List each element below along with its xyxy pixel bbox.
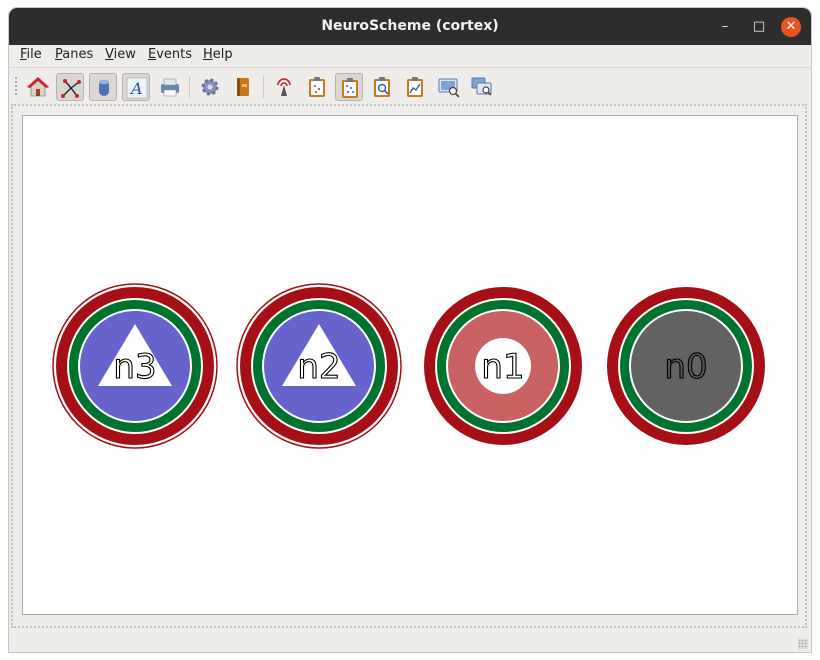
text-font-icon: A <box>126 77 148 99</box>
minimize-icon: – <box>721 19 729 34</box>
printer-icon <box>161 78 179 97</box>
toolbar-separator <box>189 76 190 98</box>
close-icon: ✕ <box>785 19 797 34</box>
minimize-button[interactable]: – <box>715 17 735 37</box>
menu-help[interactable]: Help <box>203 47 233 62</box>
toolbar-grip[interactable] <box>14 76 18 96</box>
scene-canvas[interactable]: n3 n2 n1 n0 <box>22 115 798 615</box>
menu-file[interactable]: File <box>20 47 42 62</box>
menu-events[interactable]: Events <box>148 47 192 62</box>
maximize-icon: □ <box>752 19 766 34</box>
broadcast-icon <box>277 78 291 96</box>
app-window: NeuroScheme (cortex) – □ ✕ File Panes Vi… <box>9 8 811 652</box>
selection-tool-button[interactable] <box>56 73 84 101</box>
clipboard-chart-button[interactable] <box>401 73 429 101</box>
text-tool-button[interactable]: A <box>122 73 150 101</box>
toolbar-separator <box>263 76 264 98</box>
clipboard-dots-icon <box>342 78 358 98</box>
home-button[interactable] <box>24 73 52 101</box>
window-title: NeuroScheme (cortex) <box>321 18 499 34</box>
screen-compare-icon <box>471 77 492 96</box>
clipboard-icon <box>309 77 325 97</box>
title-bar[interactable]: NeuroScheme (cortex) – □ ✕ <box>9 8 811 45</box>
library-button[interactable] <box>229 73 257 101</box>
screen-zoom-icon <box>438 78 460 98</box>
scene-graphics: n3 n2 n1 n0 <box>52 283 765 449</box>
print-button[interactable] <box>156 73 184 101</box>
node-n2[interactable]: n2 <box>236 283 402 449</box>
broadcast-button[interactable] <box>270 73 298 101</box>
clipboard-dots-button[interactable] <box>335 73 363 101</box>
main-toolbar: A <box>9 67 811 104</box>
node-n1[interactable]: n1 <box>424 287 582 445</box>
node-label: n2 <box>297 347 340 387</box>
node-n0[interactable]: n0 <box>607 287 765 445</box>
compare-view-button[interactable] <box>468 73 496 101</box>
node-n3[interactable]: n3 <box>52 283 218 449</box>
clipboard-chart-icon <box>407 77 423 97</box>
home-icon <box>27 77 49 97</box>
maximize-button[interactable]: □ <box>749 17 769 37</box>
clipboard-button[interactable] <box>303 73 331 101</box>
shape-tool-button[interactable] <box>89 73 117 101</box>
gear-icon <box>201 78 219 96</box>
node-label: n3 <box>113 347 156 387</box>
node-label: n0 <box>664 347 707 387</box>
clipboard-search-icon <box>374 77 390 97</box>
node-label: n1 <box>481 347 524 387</box>
clipboard-search-button[interactable] <box>368 73 396 101</box>
close-button[interactable]: ✕ <box>781 17 801 37</box>
cylinder-shape-icon <box>99 79 109 96</box>
book-icon <box>237 78 249 96</box>
svg-text:A: A <box>129 79 143 98</box>
settings-button[interactable] <box>196 73 224 101</box>
zoom-view-button[interactable] <box>435 73 463 101</box>
menu-bar: File Panes View Events Help <box>9 45 811 67</box>
resize-grip[interactable] <box>798 639 808 649</box>
scatter-selection-icon <box>61 79 81 98</box>
menu-view[interactable]: View <box>105 47 136 62</box>
menu-panes[interactable]: Panes <box>55 47 93 62</box>
